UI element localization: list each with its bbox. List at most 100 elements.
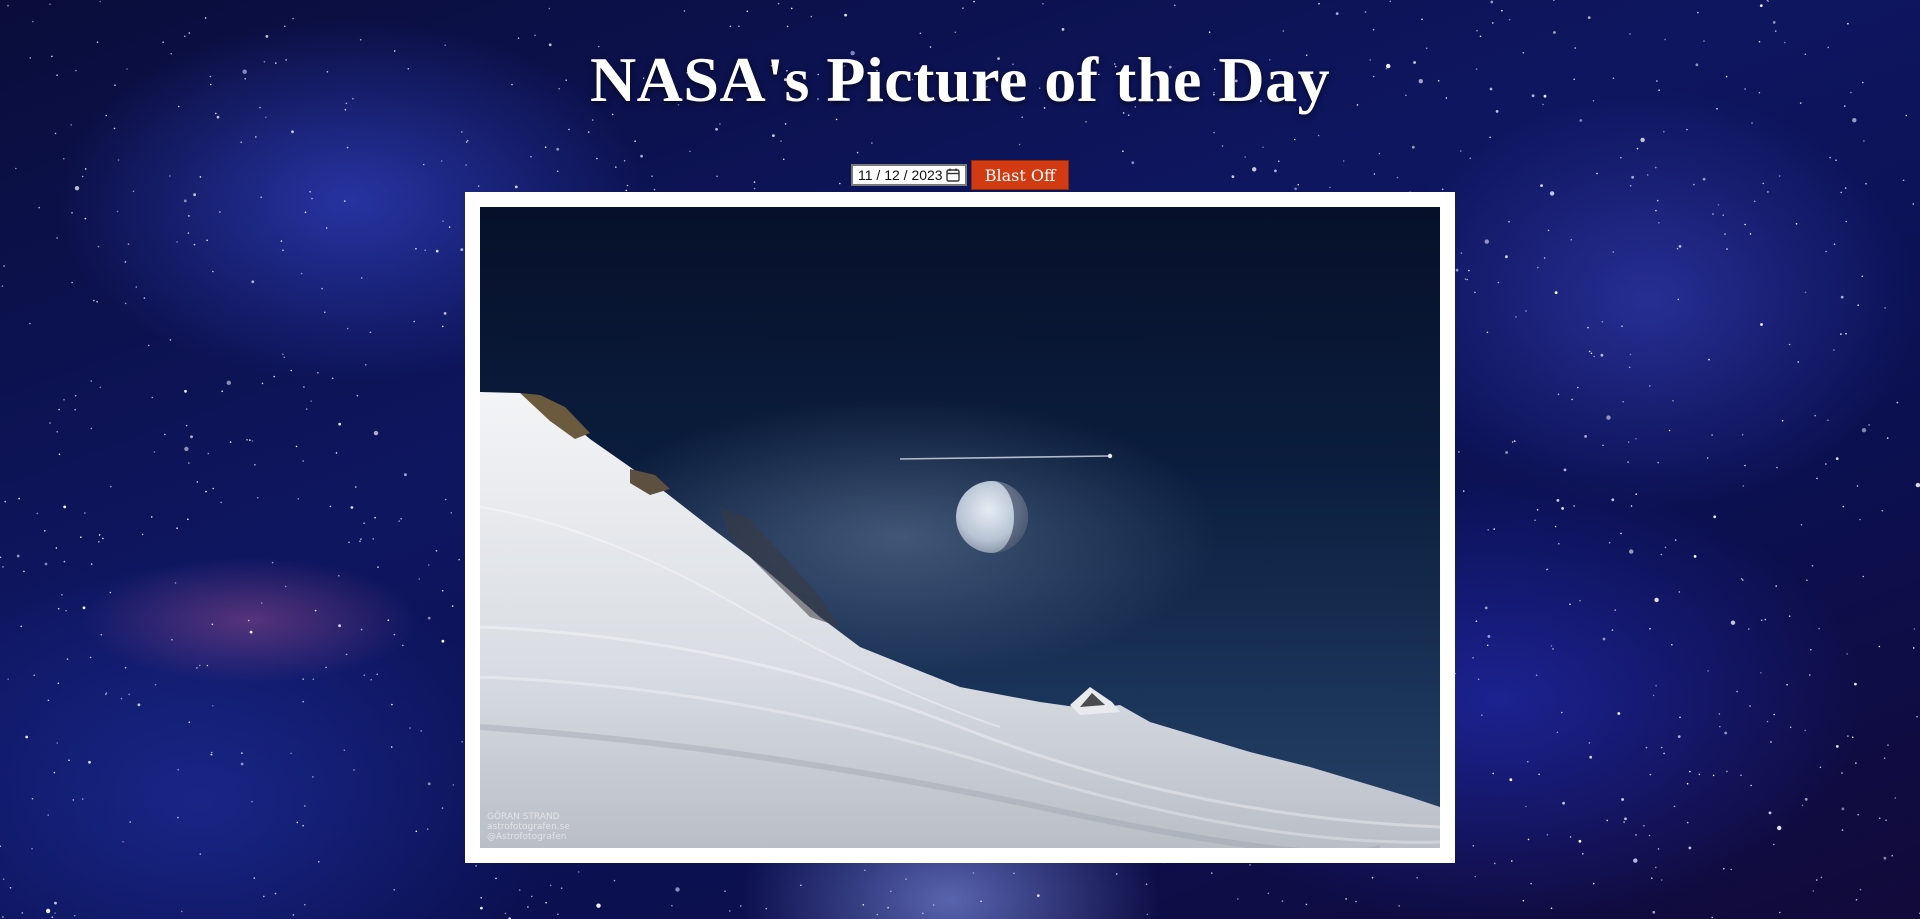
- star: [3, 265, 5, 267]
- star: [302, 824, 304, 827]
- star: [1750, 784, 1752, 787]
- star: [1525, 805, 1527, 808]
- star: [240, 141, 242, 144]
- star: [390, 746, 393, 748]
- star: [249, 630, 253, 634]
- star: [97, 245, 100, 248]
- star: [1679, 716, 1681, 719]
- star: [56, 431, 58, 433]
- star: [1759, 4, 1763, 7]
- blast-off-button[interactable]: Blast Off: [971, 160, 1069, 190]
- star: [1868, 424, 1870, 426]
- star: [229, 441, 232, 443]
- star: [1115, 873, 1118, 875]
- star: [325, 666, 327, 669]
- star: [1061, 28, 1065, 31]
- star: [1677, 298, 1680, 301]
- star: [290, 369, 293, 372]
- star: [393, 889, 396, 891]
- star: [443, 312, 447, 315]
- star: [331, 377, 334, 380]
- star: [284, 25, 286, 28]
- star: [16, 554, 20, 558]
- star: [504, 912, 507, 915]
- star: [480, 896, 483, 899]
- star: [1916, 715, 1918, 718]
- star: [154, 683, 157, 686]
- star: [1364, 11, 1367, 13]
- star: [1673, 805, 1676, 808]
- star: [1042, 3, 1044, 5]
- star: [1742, 485, 1745, 487]
- star: [132, 190, 135, 193]
- star: [420, 730, 423, 732]
- star: [219, 211, 221, 213]
- star: [1355, 900, 1357, 903]
- star: [1398, 905, 1400, 907]
- calendar-icon[interactable]: [945, 167, 961, 183]
- star: [171, 638, 173, 641]
- star: [1622, 400, 1624, 403]
- star: [1786, 683, 1788, 686]
- star: [212, 270, 214, 273]
- star: [391, 703, 393, 706]
- star: [634, 140, 636, 142]
- page-title: NASA's Picture of the Day: [589, 44, 1331, 115]
- star: [220, 501, 222, 504]
- star: [1584, 435, 1587, 438]
- star: [1546, 833, 1549, 836]
- star: [1711, 916, 1713, 919]
- star: [534, 34, 536, 37]
- star: [25, 735, 29, 739]
- star: [98, 534, 101, 536]
- star: [1678, 591, 1681, 593]
- star: [1537, 266, 1539, 269]
- star: [54, 132, 57, 135]
- star: [31, 848, 33, 850]
- star: [495, 877, 497, 880]
- star: [786, 25, 789, 28]
- star: [346, 327, 349, 330]
- star: [556, 147, 560, 151]
- star: [1840, 191, 1842, 194]
- star: [164, 433, 166, 436]
- star: [1841, 807, 1845, 811]
- star: [1466, 278, 1469, 281]
- star: [1592, 882, 1595, 885]
- star: [1768, 811, 1772, 815]
- star: [517, 37, 520, 39]
- star: [548, 7, 551, 10]
- star: [36, 512, 39, 515]
- star: [1018, 143, 1021, 146]
- star: [560, 887, 563, 889]
- star: [418, 578, 421, 580]
- star: [1776, 466, 1778, 469]
- star: [1554, 291, 1558, 294]
- star: [99, 386, 102, 389]
- star: [1649, 385, 1651, 387]
- star: [1717, 204, 1720, 206]
- star: [1577, 386, 1579, 389]
- date-input[interactable]: 11 / 12 / 2023: [851, 164, 967, 186]
- star: [426, 828, 429, 830]
- star: [1663, 130, 1665, 133]
- star: [932, 904, 935, 906]
- star: [1569, 603, 1571, 605]
- star: [254, 464, 256, 466]
- star: [1122, 150, 1124, 152]
- star: [1244, 156, 1246, 158]
- star: [120, 697, 123, 700]
- star: [221, 390, 223, 393]
- star: [1774, 30, 1777, 32]
- star: [196, 667, 198, 669]
- star: [350, 506, 354, 509]
- star: [427, 616, 431, 620]
- star: [93, 299, 95, 302]
- star: [1462, 490, 1465, 492]
- star: [441, 807, 444, 809]
- star: [153, 451, 156, 453]
- star: [1629, 33, 1631, 35]
- star: [1635, 438, 1637, 440]
- star: [398, 520, 401, 522]
- star: [518, 889, 521, 891]
